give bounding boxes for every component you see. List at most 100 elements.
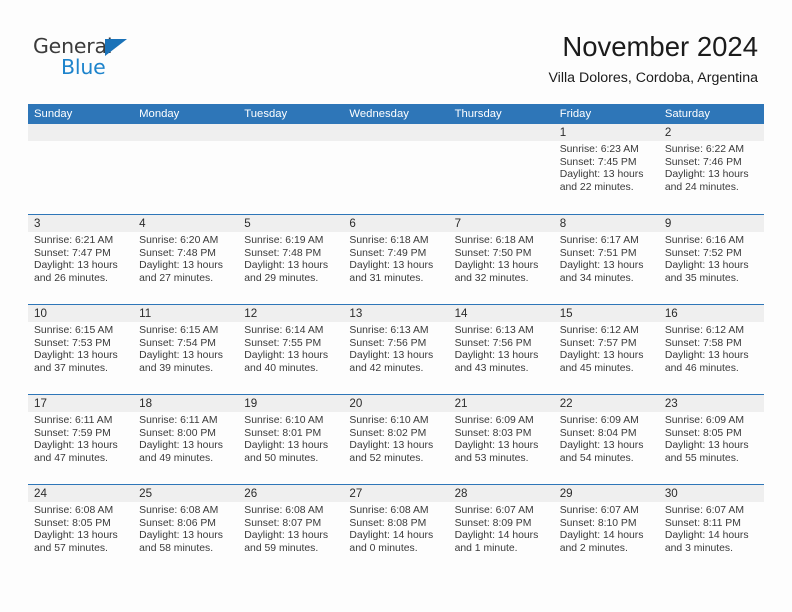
sunrise-time: Sunrise: 6:22 AM [664,144,744,155]
calendar-day-cell[interactable]: 15 Sunrise: 6:12 AM Sunset: 7:57 PM Dayligh… [553,305,659,394]
sunrise-time: Sunrise: 6:14 AM [244,325,324,336]
sunset-time: Sunset: 7:56 PM [454,337,532,349]
daylight-duration-line1: Daylight: 13 hours [34,530,118,542]
day-sun-info: Sunrise: 6:17 AM Sunset: 7:51 PM Daylight:… [554,232,659,285]
calendar-day-cell[interactable]: 3 Sunrise: 6:21 AM Sunset: 7:47 PM Daylight… [28,215,134,304]
calendar-day-cell[interactable]: 21 Sunrise: 6:09 AM Sunset: 8:03 PM Dayligh… [448,395,554,484]
sunset-time: Sunset: 7:48 PM [244,247,322,259]
sunrise-time: Sunrise: 6:18 AM [349,235,429,246]
sunrise-time: Sunrise: 6:20 AM [139,235,219,246]
calendar-day-cell[interactable]: 25 Sunrise: 6:08 AM Sunset: 8:06 PM Dayligh… [133,485,239,574]
day-number: 15 [553,305,659,322]
calendar-day-cell[interactable]: 19 Sunrise: 6:10 AM Sunset: 8:01 PM Dayligh… [238,395,344,484]
calendar-day-cell[interactable]: 5 Sunrise: 6:19 AM Sunset: 7:48 PM Daylight… [238,215,344,304]
day-number: 12 [238,305,344,322]
calendar-day-cell[interactable]: 13 Sunrise: 6:13 AM Sunset: 7:56 PM Dayligh… [343,305,449,394]
sunset-time: Sunset: 7:45 PM [559,156,637,168]
calendar-day-cell[interactable]: 30 Sunrise: 6:07 AM Sunset: 8:11 PM Dayligh… [658,485,764,574]
weekday-header-sunday: Sunday [34,108,73,120]
day-number [28,124,134,141]
daylight-duration-line1: Daylight: 13 hours [244,260,329,272]
day-number: 4 [133,215,239,232]
calendar-weeks: 1 Sunrise: 6:23 AM Sunset: 7:45 PM Daylight… [28,124,764,574]
day-number: 20 [343,395,449,412]
day-number: 26 [238,485,344,502]
sunset-time: Sunset: 8:07 PM [244,517,322,529]
calendar-day-cell[interactable]: 9 Sunrise: 6:16 AM Sunset: 7:52 PM Daylight… [658,215,764,304]
day-number: 11 [133,305,239,322]
calendar-day-cell[interactable]: 10 Sunrise: 6:15 AM Sunset: 7:53 PM Dayligh… [28,305,134,394]
day-sun-info: Sunrise: 6:08 AM Sunset: 8:06 PM Daylight:… [133,502,238,555]
calendar-week-row: 17 Sunrise: 6:11 AM Sunset: 7:59 PM Dayligh… [28,394,764,484]
day-sun-info: Sunrise: 6:21 AM Sunset: 7:47 PM Daylight:… [28,232,133,285]
day-sun-info: Sunrise: 6:23 AM Sunset: 7:45 PM Daylight:… [554,141,659,194]
day-number: 27 [343,485,449,502]
calendar-day-cell-empty [343,124,449,214]
calendar-day-cell[interactable]: 27 Sunrise: 6:08 AM Sunset: 8:08 PM Dayligh… [343,485,449,574]
daylight-duration-line2: and 43 minutes. [454,362,529,374]
calendar-day-cell[interactable]: 11 Sunrise: 6:15 AM Sunset: 7:54 PM Dayligh… [133,305,239,394]
daylight-duration-line1: Daylight: 13 hours [139,530,223,542]
calendar-day-cell[interactable]: 14 Sunrise: 6:13 AM Sunset: 7:56 PM Dayligh… [448,305,554,394]
calendar-day-cell[interactable]: 16 Sunrise: 6:12 AM Sunset: 7:58 PM Dayligh… [658,305,764,394]
day-number: 21 [448,395,554,412]
day-number: 23 [658,395,764,412]
logo-text-general: General [33,34,113,58]
sunrise-time: Sunrise: 6:09 AM [559,415,639,426]
day-number: 30 [658,485,764,502]
daylight-duration-line1: Daylight: 13 hours [139,260,223,272]
daylight-duration-line2: and 59 minutes. [244,542,319,554]
sunset-time: Sunset: 8:10 PM [559,517,637,529]
calendar-day-cell[interactable]: 4 Sunrise: 6:20 AM Sunset: 7:48 PM Daylight… [133,215,239,304]
calendar-day-cell[interactable]: 29 Sunrise: 6:07 AM Sunset: 8:10 PM Dayligh… [553,485,659,574]
sunrise-time: Sunrise: 6:10 AM [349,415,429,426]
calendar-day-cell[interactable]: 17 Sunrise: 6:11 AM Sunset: 7:59 PM Dayligh… [28,395,134,484]
calendar-day-cell[interactable]: 8 Sunrise: 6:17 AM Sunset: 7:51 PM Daylight… [553,215,659,304]
day-number: 2 [658,124,764,141]
calendar-day-cell[interactable]: 1 Sunrise: 6:23 AM Sunset: 7:45 PM Daylight… [553,124,659,214]
calendar-day-cell[interactable]: 12 Sunrise: 6:14 AM Sunset: 7:55 PM Dayligh… [238,305,344,394]
calendar-week-row: 1 Sunrise: 6:23 AM Sunset: 7:45 PM Daylight… [28,124,764,214]
calendar-day-cell[interactable]: 2 Sunrise: 6:22 AM Sunset: 7:46 PM Daylight… [658,124,764,214]
sunset-time: Sunset: 8:04 PM [559,427,637,439]
calendar-day-cell[interactable]: 28 Sunrise: 6:07 AM Sunset: 8:09 PM Dayligh… [448,485,554,574]
sunrise-time: Sunrise: 6:08 AM [34,505,114,516]
sunrise-time: Sunrise: 6:16 AM [664,235,744,246]
calendar-day-cell[interactable]: 6 Sunrise: 6:18 AM Sunset: 7:49 PM Daylight… [343,215,449,304]
day-sun-info: Sunrise: 6:08 AM Sunset: 8:05 PM Daylight:… [28,502,133,555]
calendar-day-cell[interactable]: 23 Sunrise: 6:09 AM Sunset: 8:05 PM Dayligh… [658,395,764,484]
weekday-header-friday: Friday [559,108,592,120]
daylight-duration-line1: Daylight: 13 hours [244,530,329,542]
day-sun-info: Sunrise: 6:09 AM Sunset: 8:05 PM Daylight:… [659,412,764,465]
day-number: 28 [448,485,554,502]
weekday-header-wednesday: Wednesday [349,108,409,120]
calendar-grid: Sunday Monday Tuesday Wednesday Thursday… [28,104,764,574]
day-sun-info: Sunrise: 6:18 AM Sunset: 7:49 PM Daylight:… [343,232,448,285]
calendar-day-cell[interactable]: 22 Sunrise: 6:09 AM Sunset: 8:04 PM Dayligh… [553,395,659,484]
general-blue-logo[interactable]: General Blue [33,36,163,82]
logo-text-blue: Blue [61,55,106,79]
day-sun-info: Sunrise: 6:15 AM Sunset: 7:54 PM Daylight:… [133,322,238,375]
page-title: November 2024 [562,31,758,62]
calendar-day-cell[interactable]: 26 Sunrise: 6:08 AM Sunset: 8:07 PM Dayligh… [238,485,344,574]
sunset-time: Sunset: 7:51 PM [559,247,637,259]
sunset-time: Sunset: 7:46 PM [664,156,742,168]
day-sun-info: Sunrise: 6:09 AM Sunset: 8:03 PM Daylight:… [449,412,554,465]
sunset-time: Sunset: 8:11 PM [664,517,741,529]
daylight-duration-line2: and 3 minutes. [664,542,734,554]
sunrise-time: Sunrise: 6:11 AM [139,415,218,426]
daylight-duration-line2: and 40 minutes. [244,362,319,374]
day-number: 10 [28,305,134,322]
calendar-day-cell-empty [133,124,239,214]
calendar-day-cell[interactable]: 20 Sunrise: 6:10 AM Sunset: 8:02 PM Dayligh… [343,395,449,484]
weekday-header-row: Sunday Monday Tuesday Wednesday Thursday… [28,104,764,124]
calendar-day-cell[interactable]: 18 Sunrise: 6:11 AM Sunset: 8:00 PM Dayligh… [133,395,239,484]
daylight-duration-line2: and 32 minutes. [454,272,529,284]
day-sun-info: Sunrise: 6:16 AM Sunset: 7:52 PM Daylight:… [659,232,764,285]
day-number: 9 [658,215,764,232]
calendar-day-cell[interactable]: 7 Sunrise: 6:18 AM Sunset: 7:50 PM Daylight… [448,215,554,304]
daylight-duration-line2: and 1 minute. [454,542,518,554]
daylight-duration-line2: and 37 minutes. [34,362,108,374]
calendar-day-cell[interactable]: 24 Sunrise: 6:08 AM Sunset: 8:05 PM Dayligh… [28,485,134,574]
daylight-duration-line2: and 27 minutes. [139,272,214,284]
